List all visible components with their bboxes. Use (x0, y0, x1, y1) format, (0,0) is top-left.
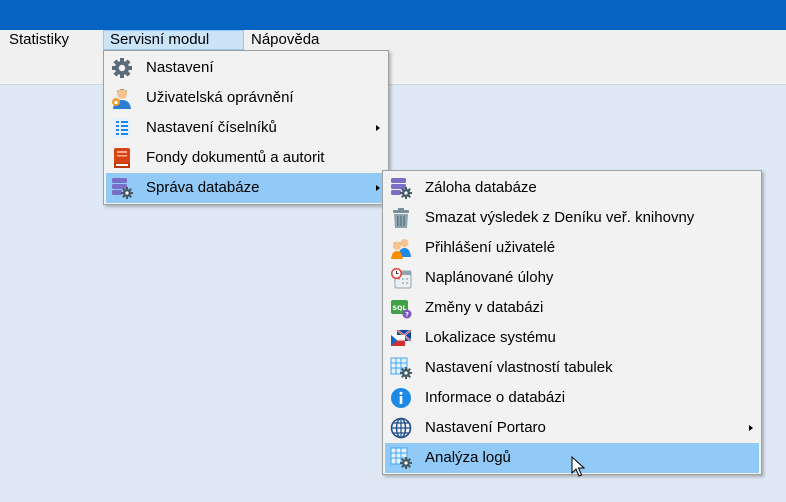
table-gear-icon (390, 357, 412, 379)
submenu-arrow-icon (749, 425, 753, 431)
calendar-clock-icon (390, 267, 412, 289)
menu-item-label: Záloha databáze (425, 179, 537, 196)
trash-icon (390, 207, 412, 229)
menu-item-label: Nastavení vlastností tabulek (425, 359, 613, 376)
flags-icon (390, 327, 412, 349)
globe-icon (390, 417, 412, 439)
menu-item-label: Fondy dokumentů a autorit (146, 149, 325, 166)
menu-bar: Statistiky Servisní modul Nápověda (0, 30, 786, 50)
menu-napoveda[interactable]: Nápověda (245, 30, 325, 50)
sql-icon: SQL? (390, 297, 412, 319)
menu-item-sprava-databaze[interactable]: Správa databáze (106, 173, 386, 203)
submenu-arrow-icon (376, 185, 380, 191)
menu-item-uzivatelska-opravneni[interactable]: Uživatelská oprávnění (106, 83, 386, 113)
menu-item-fondy-dokumentu[interactable]: Fondy dokumentů a autorit (106, 143, 386, 173)
info-icon (390, 387, 412, 409)
svg-text:?: ? (405, 311, 409, 319)
database-submenu: Záloha databáze Smazat výsledek z Deníku… (382, 170, 762, 475)
menu-item-label: Lokalizace systému (425, 329, 556, 346)
gear-icon (111, 57, 133, 79)
menu-item-label: Správa databáze (146, 179, 260, 196)
menu-item-nastaveni[interactable]: Nastavení (106, 53, 386, 83)
menu-servisni-modul[interactable]: Servisní modul (103, 30, 244, 50)
submenu-item-lokalizace-systemu[interactable]: Lokalizace systému (385, 323, 759, 353)
menu-item-nastaveni-ciselniku[interactable]: Nastavení číselníků (106, 113, 386, 143)
menu-item-label: Změny v databázi (425, 299, 544, 316)
menu-item-label: Naplánované úlohy (425, 269, 554, 286)
title-bar (0, 0, 786, 30)
mouse-cursor-icon (571, 456, 587, 478)
book-icon (111, 147, 133, 169)
menu-item-label: Nastavení číselníků (146, 119, 277, 136)
database-gear-icon (390, 177, 412, 199)
menu-statistiky[interactable]: Statistiky (3, 30, 75, 50)
menu-item-label: Informace o databázi (425, 389, 566, 406)
menu-item-label: Uživatelská oprávnění (146, 89, 294, 106)
submenu-arrow-icon (376, 125, 380, 131)
submenu-item-naplanovane-ulohy[interactable]: Naplánované úlohy (385, 263, 759, 293)
submenu-item-informace-o-databazi[interactable]: Informace o databázi (385, 383, 759, 413)
database-gear-icon (111, 177, 133, 199)
user-permissions-icon (111, 87, 133, 109)
submenu-item-nastaveni-vlastnosti-tabulek[interactable]: Nastavení vlastností tabulek (385, 353, 759, 383)
menu-item-label: Smazat výsledek z Deníku veř. knihovny (425, 209, 695, 226)
menu-item-label: Analýza logů (425, 449, 511, 466)
submenu-item-smazat-vysledek[interactable]: Smazat výsledek z Deníku veř. knihovny (385, 203, 759, 233)
submenu-item-prihlaseni-uzivatele[interactable]: Přihlášení uživatelé (385, 233, 759, 263)
submenu-item-zmeny-v-databazi[interactable]: SQL? Změny v databázi (385, 293, 759, 323)
submenu-item-zaloha-databaze[interactable]: Záloha databáze (385, 173, 759, 203)
list-icon (111, 117, 133, 139)
menu-item-label: Nastavení Portaro (425, 419, 546, 436)
users-icon (390, 237, 412, 259)
table-gear-icon (390, 447, 412, 469)
submenu-item-nastaveni-portaro[interactable]: Nastavení Portaro (385, 413, 759, 443)
menu-item-label: Přihlášení uživatelé (425, 239, 556, 256)
service-menu: Nastavení Uživatelská oprávnění Nastaven… (103, 50, 389, 205)
menu-item-label: Nastavení (146, 59, 214, 76)
